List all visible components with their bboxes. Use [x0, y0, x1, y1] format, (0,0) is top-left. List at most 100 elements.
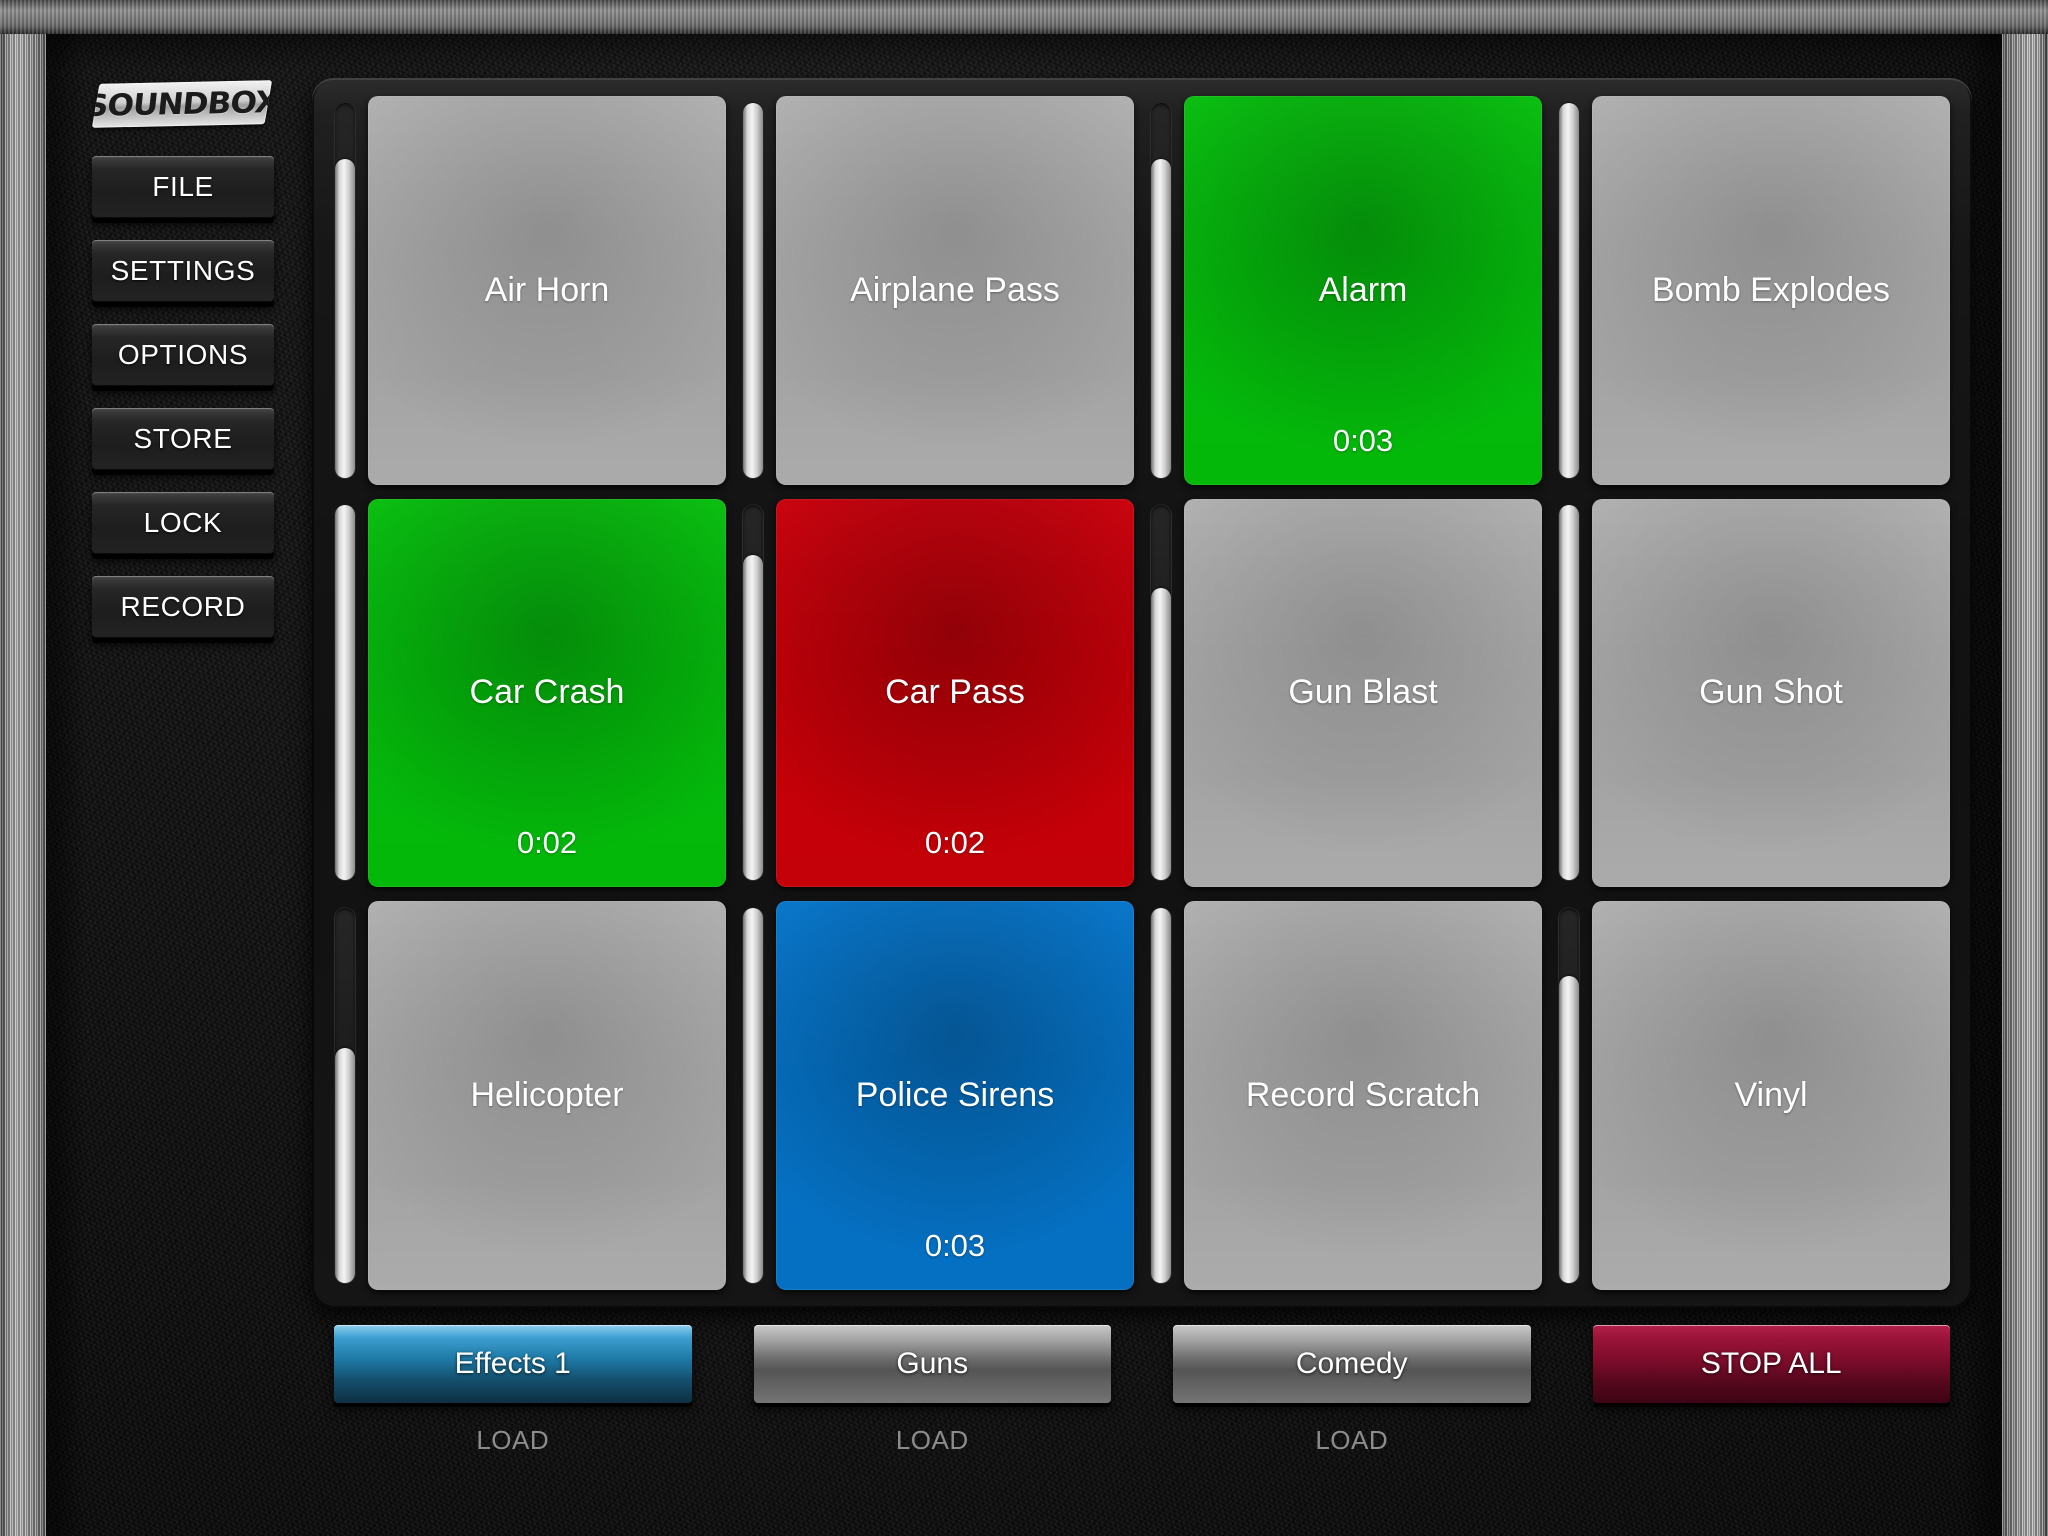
- sound-pad[interactable]: Vinyl: [1592, 901, 1950, 1290]
- sound-pad[interactable]: Car Crash 0:02: [368, 498, 726, 888]
- right-metal-rail: [2002, 0, 2048, 1536]
- sound-pad[interactable]: Alarm 0:03: [1184, 96, 1542, 485]
- pad-volume-fill: [335, 1047, 355, 1284]
- pad-cell: Air Horn: [334, 96, 726, 485]
- pad-panel: Air Horn Airplane Pass Alarm 0:03 Bomb Explo…: [312, 78, 1972, 1308]
- pad-volume-slider[interactable]: [742, 101, 764, 479]
- pad-volume-fill: [1559, 505, 1579, 881]
- sound-pad-label: Airplane Pass: [850, 270, 1060, 309]
- sound-pad[interactable]: Gun Blast: [1184, 498, 1542, 888]
- sound-pad[interactable]: Gun Shot: [1592, 498, 1950, 888]
- pad-cell: Gun Shot: [1558, 498, 1950, 888]
- bank-button[interactable]: Comedy: [1173, 1325, 1531, 1403]
- bank-column: Comedy LOAD: [1173, 1325, 1531, 1505]
- sound-pad-label: Record Scratch: [1245, 1076, 1481, 1115]
- pad-cell: Car Pass 0:02: [742, 498, 1134, 888]
- top-metal-band: [0, 0, 2048, 34]
- pad-volume-fill: [743, 554, 763, 881]
- sidebar-item-label: STORE: [133, 423, 233, 454]
- sound-pad[interactable]: Airplane Pass: [776, 96, 1134, 485]
- bank-button-label: STOP ALL: [1700, 1347, 1842, 1380]
- sound-pad-label: Car Pass: [885, 673, 1025, 712]
- sound-pad-label: Car Crash: [469, 673, 625, 712]
- sidebar-item-store[interactable]: STORE: [92, 408, 274, 470]
- sound-pad[interactable]: Police Sirens 0:03: [776, 901, 1134, 1290]
- bank-load-label[interactable]: LOAD: [896, 1425, 969, 1456]
- pad-volume-slider[interactable]: [334, 101, 356, 479]
- sound-pad-timer: 0:03: [924, 1227, 986, 1263]
- pad-cell: Bomb Explodes: [1558, 96, 1950, 485]
- pad-cell: Gun Blast: [1150, 498, 1542, 888]
- pad-volume-slider[interactable]: [1558, 907, 1580, 1285]
- sidebar-item-label: RECORD: [120, 591, 246, 622]
- bank-button-label: Comedy: [1295, 1347, 1408, 1380]
- bank-column: Guns LOAD: [753, 1325, 1111, 1505]
- bank-load-label[interactable]: LOAD: [476, 1425, 549, 1456]
- sidebar-item-record[interactable]: RECORD: [92, 576, 274, 638]
- bank-bar: Effects 1 LOAD Guns LOAD Comedy LOAD STOP ALL: [312, 1325, 1972, 1505]
- pad-cell: Vinyl: [1558, 901, 1950, 1290]
- sound-pad-timer: 0:02: [924, 825, 986, 861]
- bank-button[interactable]: Effects 1: [334, 1325, 692, 1403]
- sound-pad-timer: 0:03: [1332, 422, 1394, 458]
- bank-button-label: Guns: [896, 1347, 969, 1380]
- bank-load-label[interactable]: LOAD: [1315, 1425, 1388, 1456]
- pad-volume-slider[interactable]: [334, 504, 356, 882]
- bank-button[interactable]: Guns: [753, 1325, 1111, 1403]
- pad-cell: Airplane Pass: [742, 96, 1134, 485]
- sidebar-item-lock[interactable]: LOCK: [92, 492, 274, 554]
- soundbox-app: SOUNDBOX FILE SETTINGS OPTIONS STORE LOCK REC…: [0, 0, 2048, 1536]
- pad-volume-slider[interactable]: [1558, 101, 1580, 479]
- pad-volume-slider[interactable]: [1558, 504, 1580, 882]
- sidebar-item-file[interactable]: FILE: [92, 156, 274, 218]
- sidebar-item-label: LOCK: [143, 507, 223, 538]
- soundbox-logo-text: SOUNDBOX: [91, 84, 273, 124]
- sound-pad-label: Alarm: [1318, 270, 1408, 309]
- sound-pad[interactable]: Air Horn: [368, 96, 726, 485]
- pad-volume-slider[interactable]: [334, 907, 356, 1285]
- sidebar-item-label: SETTINGS: [110, 255, 256, 286]
- sidebar-item-settings[interactable]: SETTINGS: [92, 240, 274, 302]
- sidebar: SOUNDBOX FILE SETTINGS OPTIONS STORE LOCK REC…: [91, 80, 282, 660]
- pad-volume-fill: [335, 505, 355, 881]
- sound-pad-label: Helicopter: [470, 1076, 624, 1115]
- pad-volume-fill: [743, 908, 763, 1284]
- sound-pad-label: Air Horn: [484, 270, 610, 309]
- pad-volume-fill: [1151, 588, 1171, 881]
- pad-cell: Car Crash 0:02: [334, 498, 726, 888]
- sidebar-item-label: FILE: [152, 171, 214, 202]
- stop-all-button[interactable]: STOP ALL: [1592, 1325, 1950, 1403]
- bank-button-label: Effects 1: [454, 1347, 571, 1380]
- pad-volume-slider[interactable]: [1150, 504, 1172, 882]
- pad-volume-fill: [1559, 976, 1579, 1284]
- pad-volume-slider[interactable]: [1150, 101, 1172, 479]
- pad-cell: Alarm 0:03: [1150, 96, 1542, 485]
- sidebar-item-options[interactable]: OPTIONS: [92, 324, 274, 386]
- pad-volume-fill: [743, 102, 763, 478]
- sidebar-button-list: FILE SETTINGS OPTIONS STORE LOCK RECORD: [92, 156, 282, 638]
- pad-volume-slider[interactable]: [1150, 907, 1172, 1285]
- left-metal-rail: [0, 0, 46, 1536]
- sound-pad[interactable]: Helicopter: [368, 901, 726, 1290]
- pad-grid: Air Horn Airplane Pass Alarm 0:03 Bomb Explo…: [334, 96, 1950, 1290]
- sound-pad-label: Bomb Explodes: [1651, 270, 1891, 309]
- sound-pad[interactable]: Record Scratch: [1184, 901, 1542, 1290]
- soundbox-logo: SOUNDBOX: [91, 80, 273, 128]
- sound-pad[interactable]: Bomb Explodes: [1592, 96, 1950, 485]
- sound-pad-timer: 0:02: [516, 825, 578, 861]
- bank-column: STOP ALL: [1592, 1325, 1950, 1505]
- pad-volume-fill: [1559, 102, 1579, 478]
- sound-pad-label: Gun Shot: [1699, 673, 1843, 712]
- pad-volume-fill: [1151, 159, 1171, 478]
- sound-pad-label: Police Sirens: [855, 1076, 1055, 1115]
- sound-pad-label: Gun Blast: [1288, 673, 1438, 712]
- sound-pad[interactable]: Car Pass 0:02: [776, 498, 1134, 888]
- sound-pad-label: Vinyl: [1734, 1076, 1808, 1115]
- pad-volume-slider[interactable]: [742, 504, 764, 882]
- bank-column: Effects 1 LOAD: [334, 1325, 692, 1505]
- pad-volume-slider[interactable]: [742, 907, 764, 1285]
- pad-cell: Police Sirens 0:03: [742, 901, 1134, 1290]
- sidebar-item-label: OPTIONS: [117, 339, 249, 370]
- pad-cell: Record Scratch: [1150, 901, 1542, 1290]
- pad-volume-fill: [335, 159, 355, 478]
